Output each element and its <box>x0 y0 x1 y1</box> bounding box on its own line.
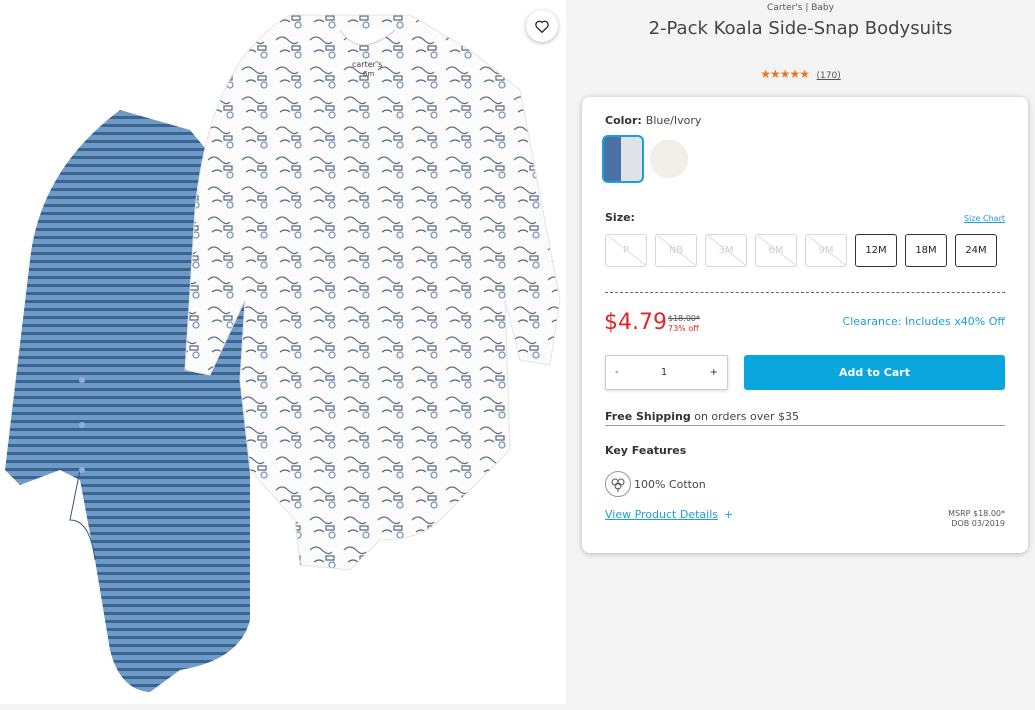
free-shipping-label: Free Shipping <box>605 410 691 423</box>
product-image[interactable]: carter's 6m <box>0 0 566 704</box>
review-count-link[interactable]: (170) <box>817 71 841 81</box>
divider <box>605 292 1005 293</box>
product-details-toggle[interactable]: View Product Details + <box>605 508 733 521</box>
svg-text:6m: 6m <box>363 70 374 78</box>
cotton-feature: 100% Cotton <box>605 471 706 497</box>
cotton-label: 100% Cotton <box>634 477 706 491</box>
quantity-increase-button[interactable]: + <box>710 367 718 378</box>
purchase-card: Color: Blue/Ivory Size: Size Chart P NB 3… <box>582 97 1028 553</box>
size-option-nb[interactable]: NB <box>655 234 697 267</box>
quantity-stepper: - 1 + <box>605 355 728 390</box>
size-option-24m[interactable]: 24M <box>955 234 997 267</box>
add-to-cart-button[interactable]: Add to Cart <box>744 355 1005 390</box>
size-option-18m[interactable]: 18M <box>905 234 947 267</box>
color-row: Color: Blue/Ivory <box>605 114 701 127</box>
brand-label: Carter's | Baby <box>767 3 834 13</box>
size-option-6m[interactable]: 6M <box>755 234 797 267</box>
product-panel: Carter's | Baby 2-Pack Koala Side-Snap B… <box>566 0 1035 710</box>
svg-text:carter's: carter's <box>352 60 382 69</box>
shipping-note: Free Shipping on orders over $35 <box>605 410 799 423</box>
size-chart-link[interactable]: Size Chart <box>964 214 1005 223</box>
size-options: P NB 3M 6M 9M 12M 18M 24M <box>605 234 997 267</box>
original-price: $18.00* <box>668 314 700 323</box>
percent-off: 73% off <box>668 324 699 333</box>
swatch-ivory[interactable] <box>648 135 690 183</box>
rating[interactable]: ★★★★★ (170) <box>566 67 1035 81</box>
key-features-heading: Key Features <box>605 444 687 457</box>
expand-icon[interactable]: + <box>724 508 733 521</box>
color-value: Blue/Ivory <box>645 114 702 127</box>
size-option-3m[interactable]: 3M <box>705 234 747 267</box>
view-product-details-link[interactable]: View Product Details <box>605 508 718 521</box>
favorite-button[interactable] <box>526 10 558 42</box>
star-rating-icon: ★★★★★ <box>760 67 810 81</box>
size-option-12m[interactable]: 12M <box>855 234 897 267</box>
product-title: 2-Pack Koala Side-Snap Bodysuits <box>648 18 953 39</box>
divider <box>605 425 1005 426</box>
msrp-info: MSRP $18.00* DOB 03/2019 <box>948 509 1005 529</box>
size-label: Size: <box>605 211 635 224</box>
quantity-value[interactable]: 1 <box>661 367 667 378</box>
swatch-blue-ivory[interactable] <box>602 135 644 183</box>
size-option-9m[interactable]: 9M <box>805 234 847 267</box>
shipping-condition: on orders over $35 <box>690 410 800 423</box>
color-label: Color: <box>605 114 642 127</box>
heart-icon <box>535 20 549 33</box>
bodysuits-photo: carter's 6m <box>5 14 561 692</box>
clearance-note: Clearance: Includes x40% Off <box>842 315 1005 328</box>
dob-value: DOB 03/2019 <box>951 519 1005 528</box>
size-option-p[interactable]: P <box>605 234 647 267</box>
cotton-icon <box>605 471 631 497</box>
quantity-decrease-button[interactable]: - <box>615 367 619 378</box>
msrp-value: MSRP $18.00* <box>948 509 1005 518</box>
sale-price: $4.79 <box>604 310 667 335</box>
